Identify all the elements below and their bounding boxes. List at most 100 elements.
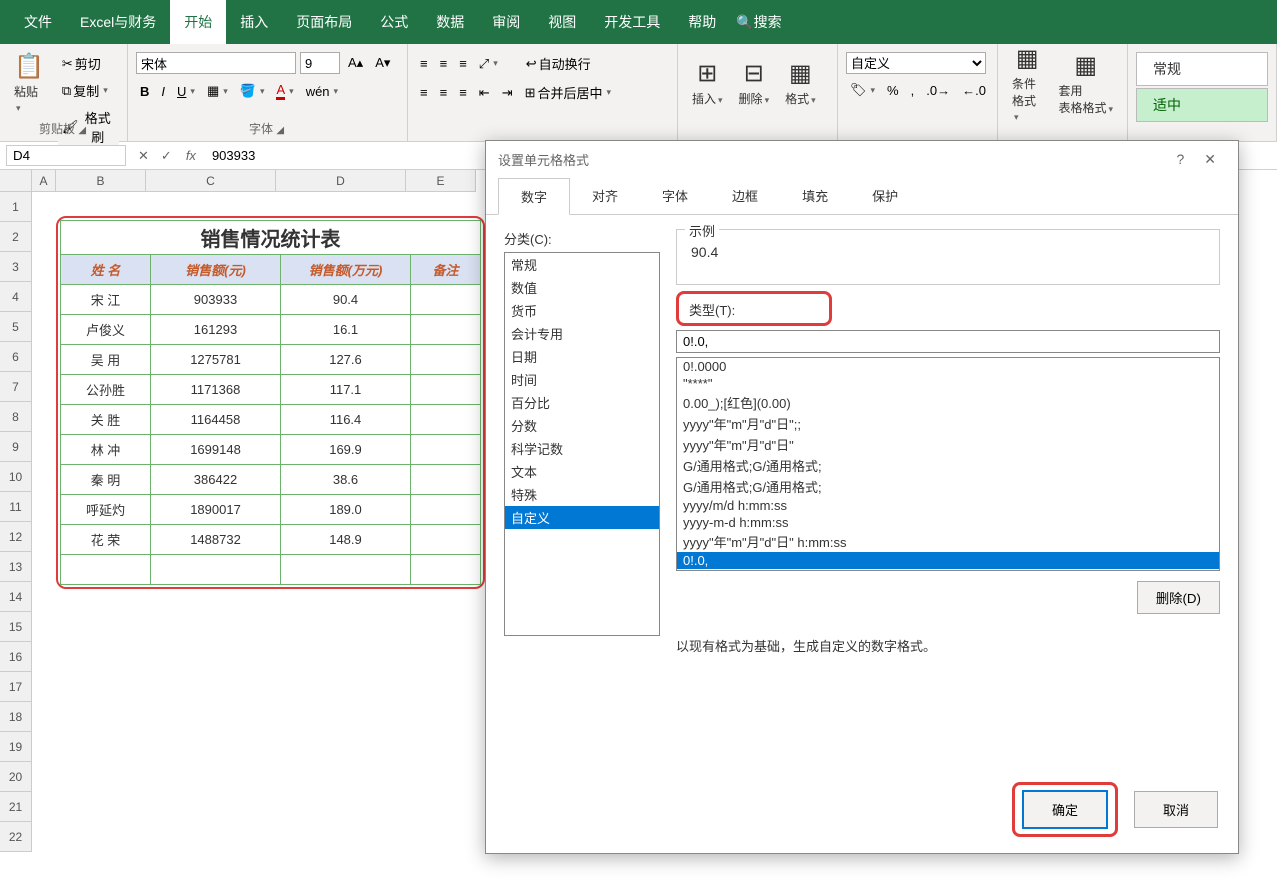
row-header-21[interactable]: 21 — [0, 792, 31, 822]
table-cell[interactable] — [61, 555, 151, 585]
row-header-22[interactable]: 22 — [0, 822, 31, 852]
align-left-button[interactable]: ≡ — [416, 83, 432, 102]
cut-button[interactable]: ✂剪切 — [58, 52, 119, 75]
fx-icon[interactable]: fx — [178, 148, 204, 163]
table-cell[interactable]: 宋 江 — [61, 285, 151, 315]
category-item[interactable]: 百分比 — [505, 391, 659, 414]
currency-button[interactable]: 🏷 — [846, 80, 879, 100]
cell-style-normal[interactable]: 常规 — [1136, 52, 1268, 86]
stats-table[interactable]: 销售情况统计表姓 名销售额(元)销售额(万元)备注宋 江90393390.4卢俊… — [60, 220, 481, 585]
table-cell[interactable]: 116.4 — [281, 405, 411, 435]
table-cell[interactable] — [411, 345, 481, 375]
search-icon[interactable]: 🔍 — [736, 14, 753, 31]
col-header-C[interactable]: C — [146, 170, 276, 191]
row-header-14[interactable]: 14 — [0, 582, 31, 612]
table-cell[interactable]: 189.0 — [281, 495, 411, 525]
table-cell[interactable]: 花 荣 — [61, 525, 151, 555]
table-cell[interactable] — [411, 495, 481, 525]
format-item[interactable]: yyyy-m-d h:mm:ss — [677, 514, 1219, 531]
row-header-3[interactable]: 3 — [0, 252, 31, 282]
table-cell[interactable] — [411, 555, 481, 585]
copy-button[interactable]: ⧉复制 — [58, 79, 119, 102]
tab-developer[interactable]: 开发工具 — [590, 0, 674, 44]
table-cell[interactable] — [411, 405, 481, 435]
col-header-D[interactable]: D — [276, 170, 406, 191]
tab-file[interactable]: 文件 — [10, 0, 66, 44]
tab-insert[interactable]: 插入 — [226, 0, 282, 44]
merge-center-button[interactable]: ⊞合并后居中 — [521, 81, 615, 104]
format-item[interactable]: yyyy"年"m"月"d"日" — [677, 434, 1219, 455]
underline-button[interactable]: U — [173, 82, 199, 101]
tab-review[interactable]: 审阅 — [478, 0, 534, 44]
phonetic-button[interactable]: wén — [302, 82, 342, 101]
tab-home[interactable]: 开始 — [170, 0, 226, 44]
table-cell[interactable]: 1164458 — [151, 405, 281, 435]
font-size-input[interactable] — [300, 52, 340, 74]
dialog-tab-border[interactable]: 边框 — [710, 178, 780, 215]
table-cell[interactable]: 1890017 — [151, 495, 281, 525]
fill-color-button[interactable]: 🪣 — [236, 81, 269, 101]
format-cells-button[interactable]: ▦格式 — [779, 55, 822, 111]
italic-button[interactable]: I — [157, 82, 169, 101]
row-header-19[interactable]: 19 — [0, 732, 31, 762]
decrease-decimal-button[interactable]: ←.0 — [958, 81, 990, 100]
format-item[interactable]: yyyy"年"m"月"d"日" h:mm:ss — [677, 531, 1219, 552]
align-top-button[interactable]: ≡ — [416, 54, 432, 73]
search-label[interactable]: 搜索 — [754, 12, 782, 32]
align-middle-button[interactable]: ≡ — [436, 54, 452, 73]
format-item[interactable]: 0!.0, — [677, 552, 1219, 569]
enter-formula-icon[interactable]: ✓ — [155, 148, 178, 164]
type-input[interactable] — [676, 330, 1220, 353]
dialog-tab-alignment[interactable]: 对齐 — [570, 178, 640, 215]
table-cell[interactable]: 148.9 — [281, 525, 411, 555]
row-header-17[interactable]: 17 — [0, 672, 31, 702]
table-cell[interactable] — [411, 525, 481, 555]
delete-format-button[interactable]: 删除(D) — [1137, 581, 1220, 614]
category-item[interactable]: 自定义 — [505, 506, 659, 529]
row-header-10[interactable]: 10 — [0, 462, 31, 492]
row-header-7[interactable]: 7 — [0, 372, 31, 402]
table-cell[interactable]: 38.6 — [281, 465, 411, 495]
format-item[interactable]: G/通用格式;G/通用格式; — [677, 455, 1219, 476]
table-cell[interactable]: 卢俊义 — [61, 315, 151, 345]
name-box[interactable] — [6, 145, 126, 166]
row-header-2[interactable]: 2 — [0, 222, 31, 252]
category-item[interactable]: 常规 — [505, 253, 659, 276]
format-item[interactable]: 0.00_);[红色](0.00) — [677, 392, 1219, 413]
bold-button[interactable]: B — [136, 82, 153, 101]
table-cell[interactable] — [411, 435, 481, 465]
category-item[interactable]: 科学记数 — [505, 437, 659, 460]
insert-cells-button[interactable]: ⊞插入 — [686, 55, 729, 111]
table-cell[interactable]: 关 胜 — [61, 405, 151, 435]
category-item[interactable]: 文本 — [505, 460, 659, 483]
row-header-11[interactable]: 11 — [0, 492, 31, 522]
dialog-tab-fill[interactable]: 填充 — [780, 178, 850, 215]
row-header-15[interactable]: 15 — [0, 612, 31, 642]
row-header-6[interactable]: 6 — [0, 342, 31, 372]
table-cell[interactable] — [151, 555, 281, 585]
format-item[interactable]: "****" — [677, 375, 1219, 392]
tab-help[interactable]: 帮助 — [674, 0, 730, 44]
row-header-4[interactable]: 4 — [0, 282, 31, 312]
table-cell[interactable]: 吴 用 — [61, 345, 151, 375]
table-cell[interactable] — [411, 315, 481, 345]
increase-font-button[interactable]: A▴ — [344, 53, 367, 73]
table-header[interactable]: 备注 — [411, 255, 481, 285]
comma-button[interactable]: , — [907, 81, 919, 100]
table-cell[interactable]: 386422 — [151, 465, 281, 495]
col-header-B[interactable]: B — [56, 170, 146, 191]
number-format-select[interactable]: 自定义 — [846, 52, 986, 74]
align-center-button[interactable]: ≡ — [436, 83, 452, 102]
tab-page-layout[interactable]: 页面布局 — [282, 0, 366, 44]
category-item[interactable]: 时间 — [505, 368, 659, 391]
table-cell[interactable] — [411, 375, 481, 405]
row-header-5[interactable]: 5 — [0, 312, 31, 342]
align-bottom-button[interactable]: ≡ — [455, 54, 471, 73]
table-cell[interactable]: 127.6 — [281, 345, 411, 375]
row-header-18[interactable]: 18 — [0, 702, 31, 732]
category-item[interactable]: 数值 — [505, 276, 659, 299]
help-icon[interactable]: ? — [1166, 145, 1194, 173]
increase-indent-button[interactable]: ⇥ — [498, 83, 517, 103]
decrease-indent-button[interactable]: ⇤ — [475, 83, 494, 103]
format-code-list[interactable]: 0!.0000"****"0.00_);[红色](0.00)yyyy"年"m"月… — [676, 357, 1220, 571]
